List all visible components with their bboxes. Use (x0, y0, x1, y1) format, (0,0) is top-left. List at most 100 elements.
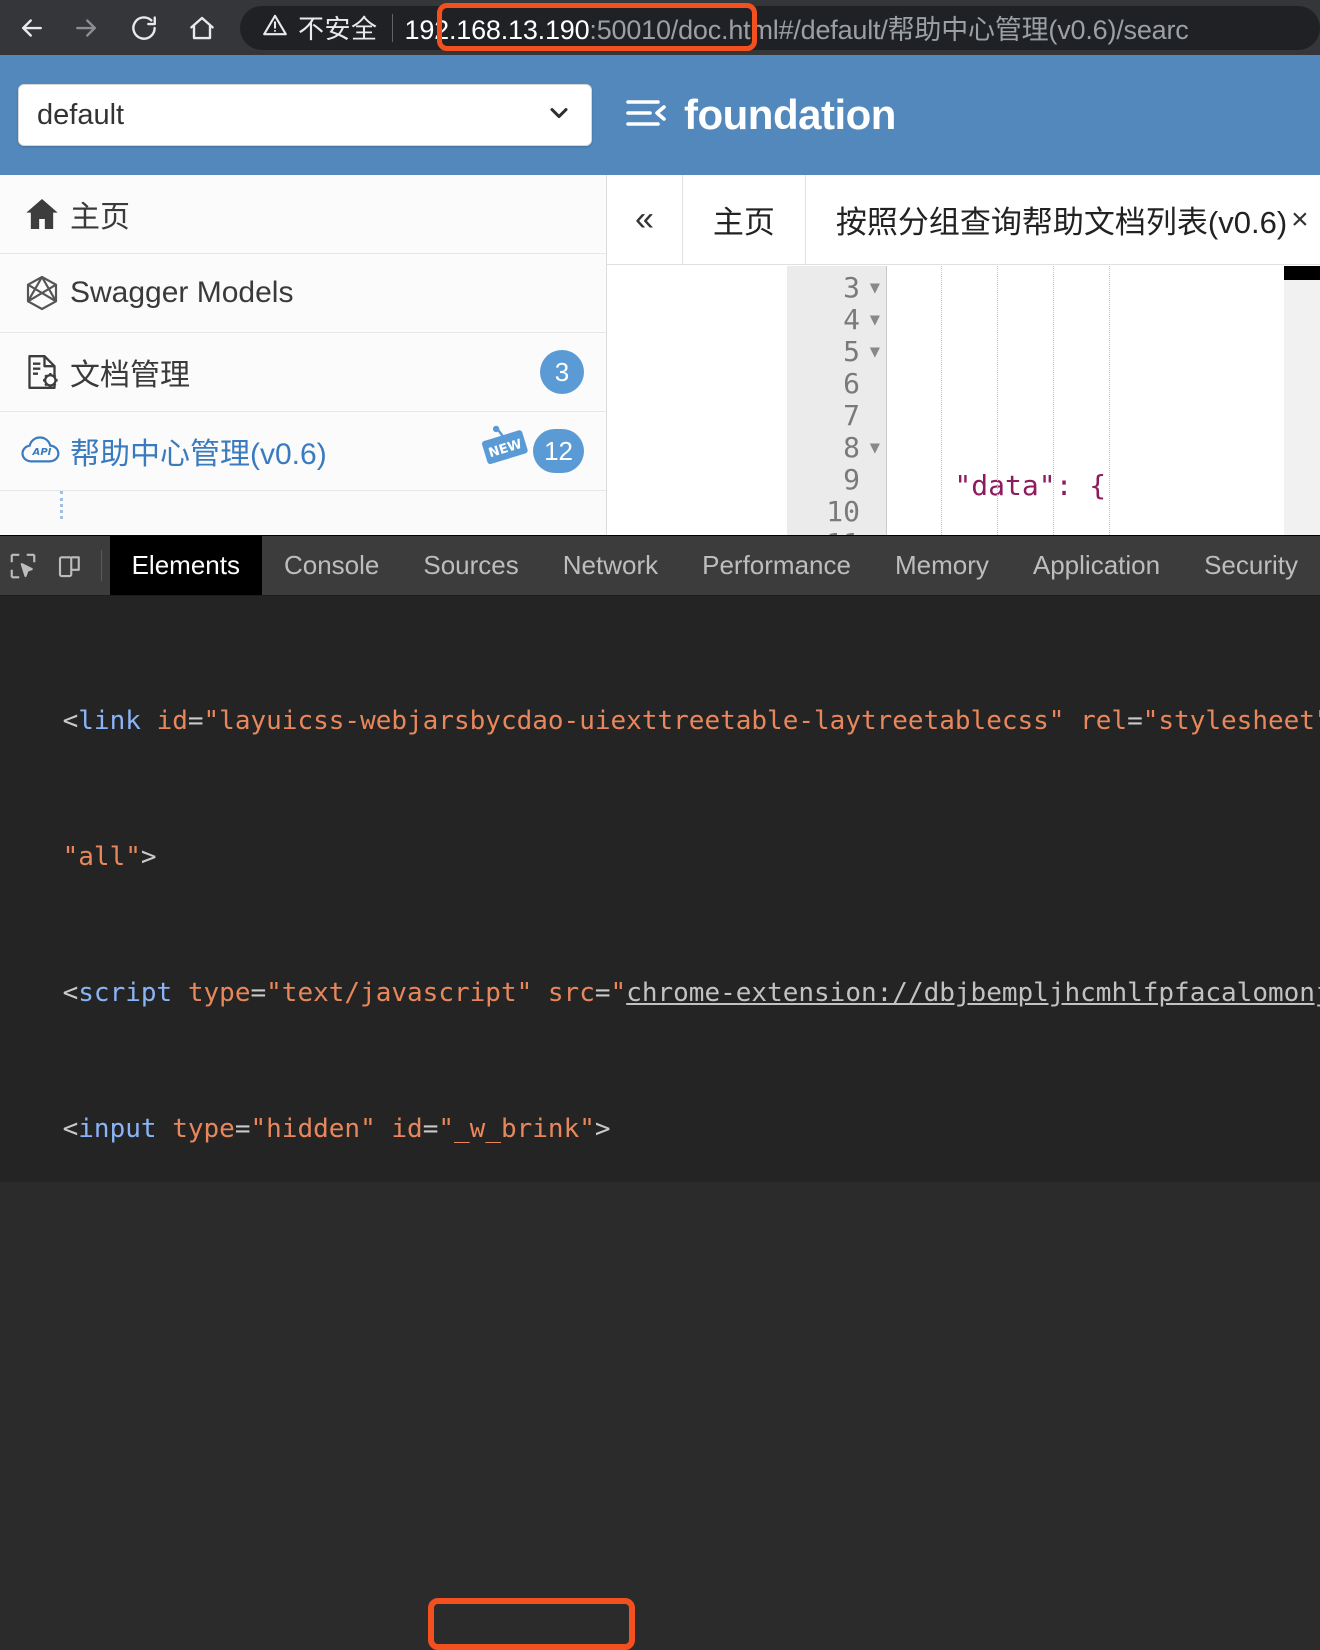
app-body: 主页 Swagger Models 文档管理 3 API 帮助中心管理(v0.6… (0, 175, 1320, 535)
sidebar-item-help-center-management[interactable]: API 帮助中心管理(v0.6) NEW 12 (0, 412, 606, 491)
address-bar[interactable]: 不安全 192.168.13.190:50010/doc.html#/defau… (240, 5, 1320, 50)
tab-memory[interactable]: Memory (873, 536, 1011, 595)
gutter-row[interactable]: 7 (787, 400, 886, 432)
sidebar-item-document-management[interactable]: 文档管理 3 (0, 333, 606, 412)
devtools-annotation-box (428, 1598, 635, 1650)
api-cloud-icon: API (14, 431, 70, 471)
browser-toolbar: 不安全 192.168.13.190:50010/doc.html#/defau… (0, 0, 1320, 55)
tab-console[interactable]: Console (262, 536, 401, 595)
line-number: 11 (826, 528, 860, 536)
tab-sources[interactable]: Sources (401, 536, 540, 595)
tab-network[interactable]: Network (541, 536, 680, 595)
tab-label: Console (283, 550, 380, 580)
arrow-left-icon (17, 13, 47, 43)
reload-icon (129, 13, 159, 43)
tree-guide-line (60, 491, 63, 519)
brand: foundation (624, 91, 896, 139)
home-icon (187, 13, 217, 43)
tab-security[interactable]: Security (1182, 536, 1320, 595)
gutter-row[interactable]: 8 ▼ (787, 432, 886, 464)
editor-code-area[interactable]: "data": { "categoryList": [ { "categoryC… (887, 266, 1320, 535)
fold-caret-icon[interactable]: ▼ (866, 432, 880, 464)
chevron-double-left-icon: « (635, 200, 654, 238)
tab-label: Security (1204, 550, 1298, 580)
tab-label: Sources (423, 550, 519, 580)
reload-button[interactable] (120, 4, 168, 52)
url-port: :50010/ (589, 15, 679, 45)
indent-guide (1109, 266, 1110, 535)
tab-label: 主页 (712, 205, 775, 240)
dom-line[interactable]: "all"> (0, 840, 1320, 874)
sidebar-item-label: 主页 (70, 201, 130, 234)
sidebar-item-label: 文档管理 (70, 359, 190, 392)
tabstrip: « 主页 按照分组查询帮助文档列表(v0.6) × (607, 175, 1320, 265)
fold-caret-icon[interactable]: ▼ (866, 272, 880, 304)
tab-home[interactable]: 主页 (683, 175, 806, 264)
line-number: 3 (843, 271, 860, 304)
sidebar-item-label: Swagger Models (70, 276, 294, 309)
status-badge: 12 (533, 429, 584, 473)
line-number: 5 (843, 335, 860, 368)
gutter-row[interactable]: 5 ▼ (787, 336, 886, 368)
omnibox-divider (391, 13, 393, 42)
back-button[interactable] (8, 4, 56, 52)
fold-caret-icon[interactable]: ▼ (866, 304, 880, 336)
tab-application[interactable]: Application (1011, 536, 1182, 595)
tab-query-help-doc-list[interactable]: 按照分组查询帮助文档列表(v0.6) × (806, 175, 1320, 264)
editor-vertical-scrollbar[interactable] (1284, 266, 1320, 535)
gutter-row[interactable]: 6 (787, 368, 886, 400)
inspect-cursor-icon[interactable] (0, 536, 46, 595)
home-icon (14, 194, 70, 234)
menu-collapse-icon[interactable] (624, 94, 668, 137)
new-tag-icon: NEW (477, 423, 535, 480)
tab-performance[interactable]: Performance (680, 536, 873, 595)
tab-label: Elements (131, 550, 240, 580)
fold-caret-icon[interactable]: ▼ (866, 336, 880, 368)
group-select[interactable]: default (18, 84, 592, 146)
line-number: 7 (843, 399, 860, 432)
scrollbar-thumb[interactable] (1284, 266, 1320, 280)
app-header-left: default (0, 84, 610, 146)
sidebar: 主页 Swagger Models 文档管理 3 API 帮助中心管理(v0.6… (0, 175, 607, 535)
gutter-row[interactable]: 3 ▼ (787, 272, 886, 304)
group-select-value: default (37, 98, 125, 131)
indent-guide (997, 266, 998, 535)
document-settings-icon (14, 352, 70, 392)
page-viewport: default foundation 主页 Swagger Models 文档管… (0, 55, 1320, 535)
tab-elements[interactable]: Elements (109, 536, 262, 595)
gutter-row[interactable]: 9 (787, 464, 886, 496)
swagger-model-icon (14, 273, 70, 313)
sidebar-item-swagger-models[interactable]: Swagger Models (0, 254, 606, 333)
dom-line[interactable]: <link id="layuicss-webjarsbycdao-uiexttr… (0, 704, 1320, 738)
warning-triangle-icon (262, 12, 288, 43)
arrow-right-icon (71, 13, 101, 43)
sidebar-item-home[interactable]: 主页 (0, 175, 606, 254)
json-response-editor[interactable]: 3▼ 4▼ 5▼ 6 7 8▼ 9 10 11 "data": { (787, 266, 1320, 535)
gutter-row[interactable]: 10 (787, 496, 886, 528)
dom-line[interactable]: <input type="hidden" id="_w_brink"> (0, 1112, 1320, 1146)
dom-tree[interactable]: <link id="layuicss-webjarsbycdao-uiexttr… (0, 596, 1320, 1182)
line-number: 8 (843, 431, 860, 464)
home-button[interactable] (178, 4, 226, 52)
forward-button[interactable] (62, 4, 110, 52)
tab-label: Application (1032, 550, 1161, 580)
device-toggle-icon[interactable] (46, 536, 92, 595)
close-icon[interactable]: × (1291, 203, 1309, 237)
gutter-row[interactable]: 11 (787, 528, 886, 536)
indent-guide (941, 266, 942, 535)
line-number: 4 (843, 303, 860, 336)
url-text[interactable]: 192.168.13.190:50010/doc.html#/default/帮… (405, 8, 1189, 47)
security-chip[interactable]: 不安全 (240, 9, 378, 46)
gutter-row[interactable]: 4 ▼ (787, 304, 886, 336)
dom-line[interactable]: <script type="text/javascript" src="chro… (0, 976, 1320, 1010)
chevron-down-icon (545, 99, 573, 132)
devtools-toolbar: Elements Console Sources Network Perform… (0, 536, 1320, 596)
toolbar-divider (100, 550, 102, 581)
sidebar-item-badges: NEW 12 (477, 423, 584, 480)
collapse-sidebar-button[interactable]: « (607, 175, 683, 264)
security-label: 不安全 (298, 14, 378, 44)
editor-gutter: 3▼ 4▼ 5▼ 6 7 8▼ 9 10 11 (787, 266, 887, 535)
content-pane: « 主页 按照分组查询帮助文档列表(v0.6) × 3 ▼ 4 ▼ 5 ▼ 6 7 8… (607, 175, 1320, 535)
url-host: 192.168.13.190 (404, 15, 590, 45)
tab-label: 按照分组查询帮助文档列表(v0.6) (835, 205, 1288, 240)
